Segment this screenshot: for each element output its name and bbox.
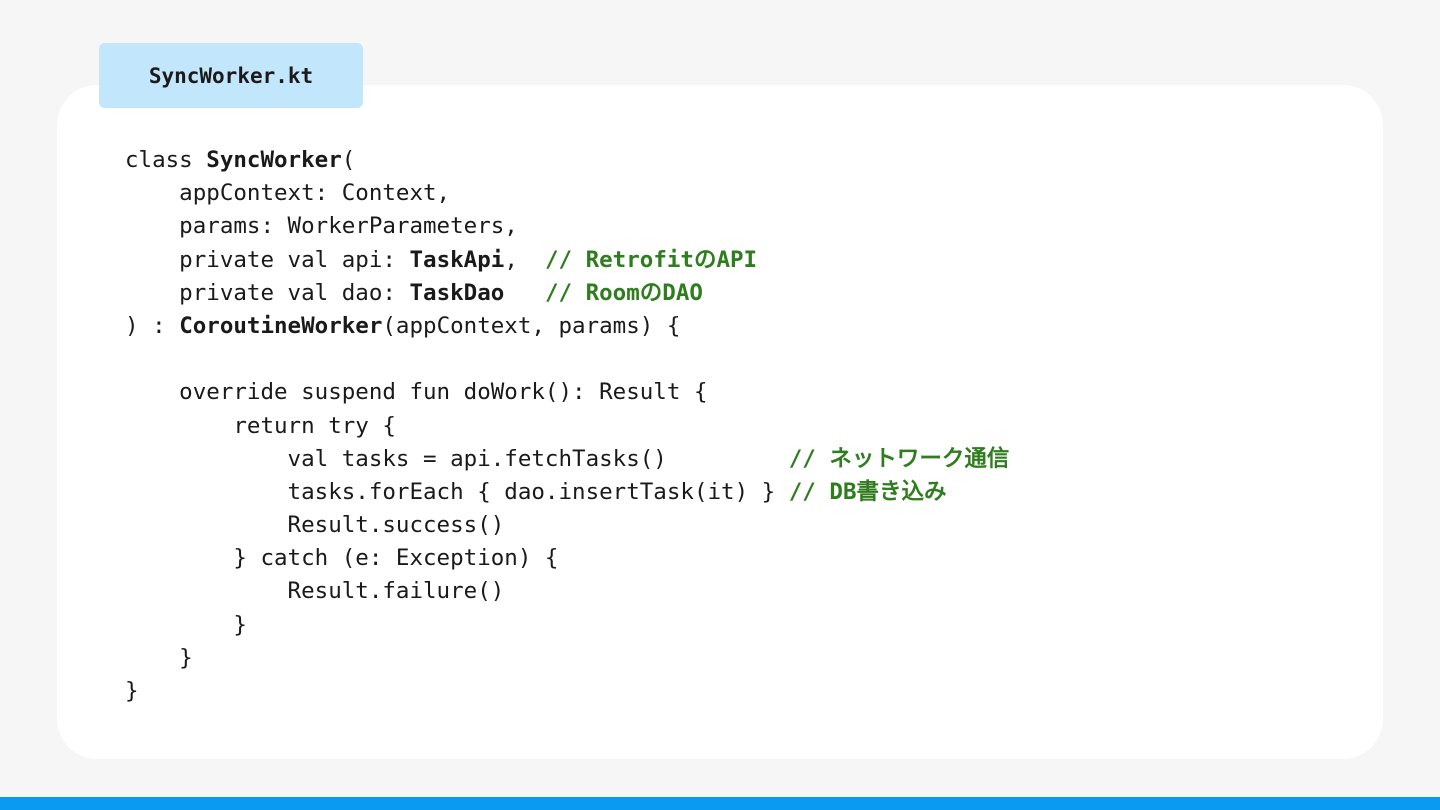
code-line: override suspend fun doWork(): Result {	[125, 376, 1009, 409]
code-line: Result.success()	[125, 509, 1009, 542]
code-line: }	[125, 675, 1009, 708]
code-line: private val dao: TaskDao // RoomのDAO	[125, 277, 1009, 310]
code-text: }	[125, 678, 139, 704]
code-text: class	[125, 147, 207, 173]
code-text: Result.success()	[125, 512, 505, 539]
code-line: private val api: TaskApi, // RetrofitのAP…	[125, 244, 1009, 277]
code-text: (	[341, 147, 356, 173]
code-comment: // RoomのDAO	[544, 279, 703, 306]
code-line: class SyncWorker(	[125, 144, 1009, 177]
file-tab: SyncWorker.kt	[99, 43, 363, 108]
code-line: }	[125, 642, 1009, 675]
code-identifier: SyncWorker	[206, 147, 342, 173]
code-block: class SyncWorker( appContext: Context, p…	[125, 144, 1009, 708]
code-line: val tasks = api.fetchTasks() // ネットワーク通信	[125, 443, 1010, 476]
code-text: } catch (e: Exception) {	[125, 545, 559, 572]
code-comment: // ネットワーク通信	[788, 445, 1010, 472]
code-text: ,	[504, 246, 545, 273]
code-comment: // RetrofitのAPI	[544, 246, 758, 273]
bottom-accent-bar	[0, 797, 1440, 810]
code-line: params: WorkerParameters,	[125, 210, 1009, 243]
code-identifier: TaskDao	[409, 279, 505, 306]
code-identifier: TaskApi	[409, 246, 505, 273]
code-line: tasks.forEach { dao.insertTask(it) } // …	[125, 476, 1009, 509]
code-text: }	[125, 644, 193, 671]
code-comment: // DB書き込み	[788, 478, 947, 505]
code-text: val tasks = api.fetchTasks()	[125, 445, 789, 472]
code-line: }	[125, 609, 1009, 642]
code-text: params: WorkerParameters,	[125, 213, 518, 240]
file-tab-label: SyncWorker.kt	[148, 63, 314, 88]
code-text: }	[125, 611, 247, 638]
code-line: appContext: Context,	[125, 177, 1009, 210]
code-line: Result.failure()	[125, 575, 1009, 608]
code-text: override suspend fun doWork(): Result {	[125, 379, 708, 406]
code-text: appContext: Context,	[125, 180, 451, 207]
code-text: private val api:	[125, 246, 410, 273]
code-line: } catch (e: Exception) {	[125, 542, 1009, 575]
code-text: (appContext, params) {	[382, 312, 681, 339]
code-text: Result.failure()	[125, 578, 505, 605]
code-text: ) :	[125, 312, 180, 339]
code-identifier: CoroutineWorker	[179, 312, 383, 339]
code-line: return try {	[125, 410, 1009, 443]
code-text: private val dao:	[125, 279, 410, 306]
code-text: tasks.forEach { dao.insertTask(it) }	[125, 478, 789, 505]
code-text: return try {	[125, 412, 396, 439]
code-line: ) : CoroutineWorker(appContext, params) …	[125, 310, 1009, 343]
